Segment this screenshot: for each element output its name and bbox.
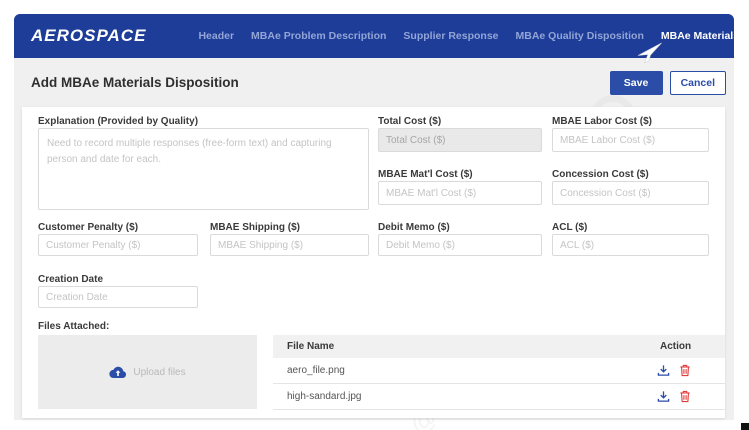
page-title: Add MBAe Materials Disposition <box>31 75 239 90</box>
brand-logo: AEROSPACE <box>31 26 146 46</box>
file-name-header: File Name <box>273 341 657 352</box>
app-header: AEROSPACE Header MBAe Problem Descriptio… <box>14 14 734 58</box>
page: @digitalabs @digitalabs AEROSPACE Header… <box>0 0 749 430</box>
table-row: high-sandard.jpg <box>273 384 725 410</box>
form-card: Explanation (Provided by Quality) Total … <box>22 107 725 418</box>
save-button[interactable]: Save <box>610 71 663 95</box>
download-icon[interactable] <box>657 364 670 377</box>
concession-cost-input[interactable] <box>552 181 709 205</box>
cancel-button[interactable]: Cancel <box>670 71 726 95</box>
total-cost-input <box>378 128 542 152</box>
cloud-upload-icon <box>109 366 127 379</box>
creation-date-label: Creation Date <box>38 274 103 285</box>
files-table: File Name Action aero_file.png <box>273 335 725 410</box>
acl-label: ACL ($) <box>552 222 587 233</box>
nav-item-header[interactable]: Header <box>198 30 234 42</box>
customer-penalty-input[interactable] <box>38 234 198 256</box>
mbae-shipping-label: MBAE Shipping ($) <box>210 222 300 233</box>
mbae-matl-cost-label: MBAE Mat'l Cost ($) <box>378 169 473 180</box>
trash-icon[interactable] <box>679 390 691 403</box>
files-attached-label: Files Attached: <box>38 321 109 332</box>
download-icon[interactable] <box>657 390 670 403</box>
total-cost-label: Total Cost ($) <box>378 116 441 127</box>
nav-item-materials-disposition[interactable]: MBAe Materials Disposition <box>661 30 749 42</box>
customer-penalty-label: Customer Penalty ($) <box>38 222 138 233</box>
corner-artifact <box>741 423 749 430</box>
action-header: Action <box>657 341 725 352</box>
mbae-shipping-input[interactable] <box>210 234 369 256</box>
concession-cost-label: Concession Cost ($) <box>552 169 649 180</box>
toolbar: Add MBAe Materials Disposition Save Canc… <box>14 58 734 107</box>
upload-files-label: Upload files <box>133 367 185 378</box>
nav-item-problem-description[interactable]: MBAe Problem Description <box>251 30 386 42</box>
file-name-cell: high-sandard.jpg <box>273 391 657 402</box>
debit-memo-input[interactable] <box>378 234 542 256</box>
nav-item-quality-disposition[interactable]: MBAe Quality Disposition <box>516 30 644 42</box>
mbae-matl-cost-input[interactable] <box>378 181 542 205</box>
file-name-cell: aero_file.png <box>273 365 657 376</box>
upload-dropzone[interactable]: Upload files <box>38 335 257 409</box>
debit-memo-label: Debit Memo ($) <box>378 222 450 233</box>
mbae-labor-cost-input[interactable] <box>552 128 709 152</box>
explanation-label: Explanation (Provided by Quality) <box>38 116 198 127</box>
top-nav: Header MBAe Problem Description Supplier… <box>198 30 749 42</box>
acl-input[interactable] <box>552 234 709 256</box>
mbae-labor-cost-label: MBAE Labor Cost ($) <box>552 116 652 127</box>
nav-item-supplier-response[interactable]: Supplier Response <box>403 30 498 42</box>
files-table-header: File Name Action <box>273 335 725 358</box>
creation-date-input[interactable] <box>38 286 198 308</box>
trash-icon[interactable] <box>679 364 691 377</box>
explanation-textarea[interactable] <box>38 128 369 210</box>
table-row: aero_file.png <box>273 358 725 384</box>
